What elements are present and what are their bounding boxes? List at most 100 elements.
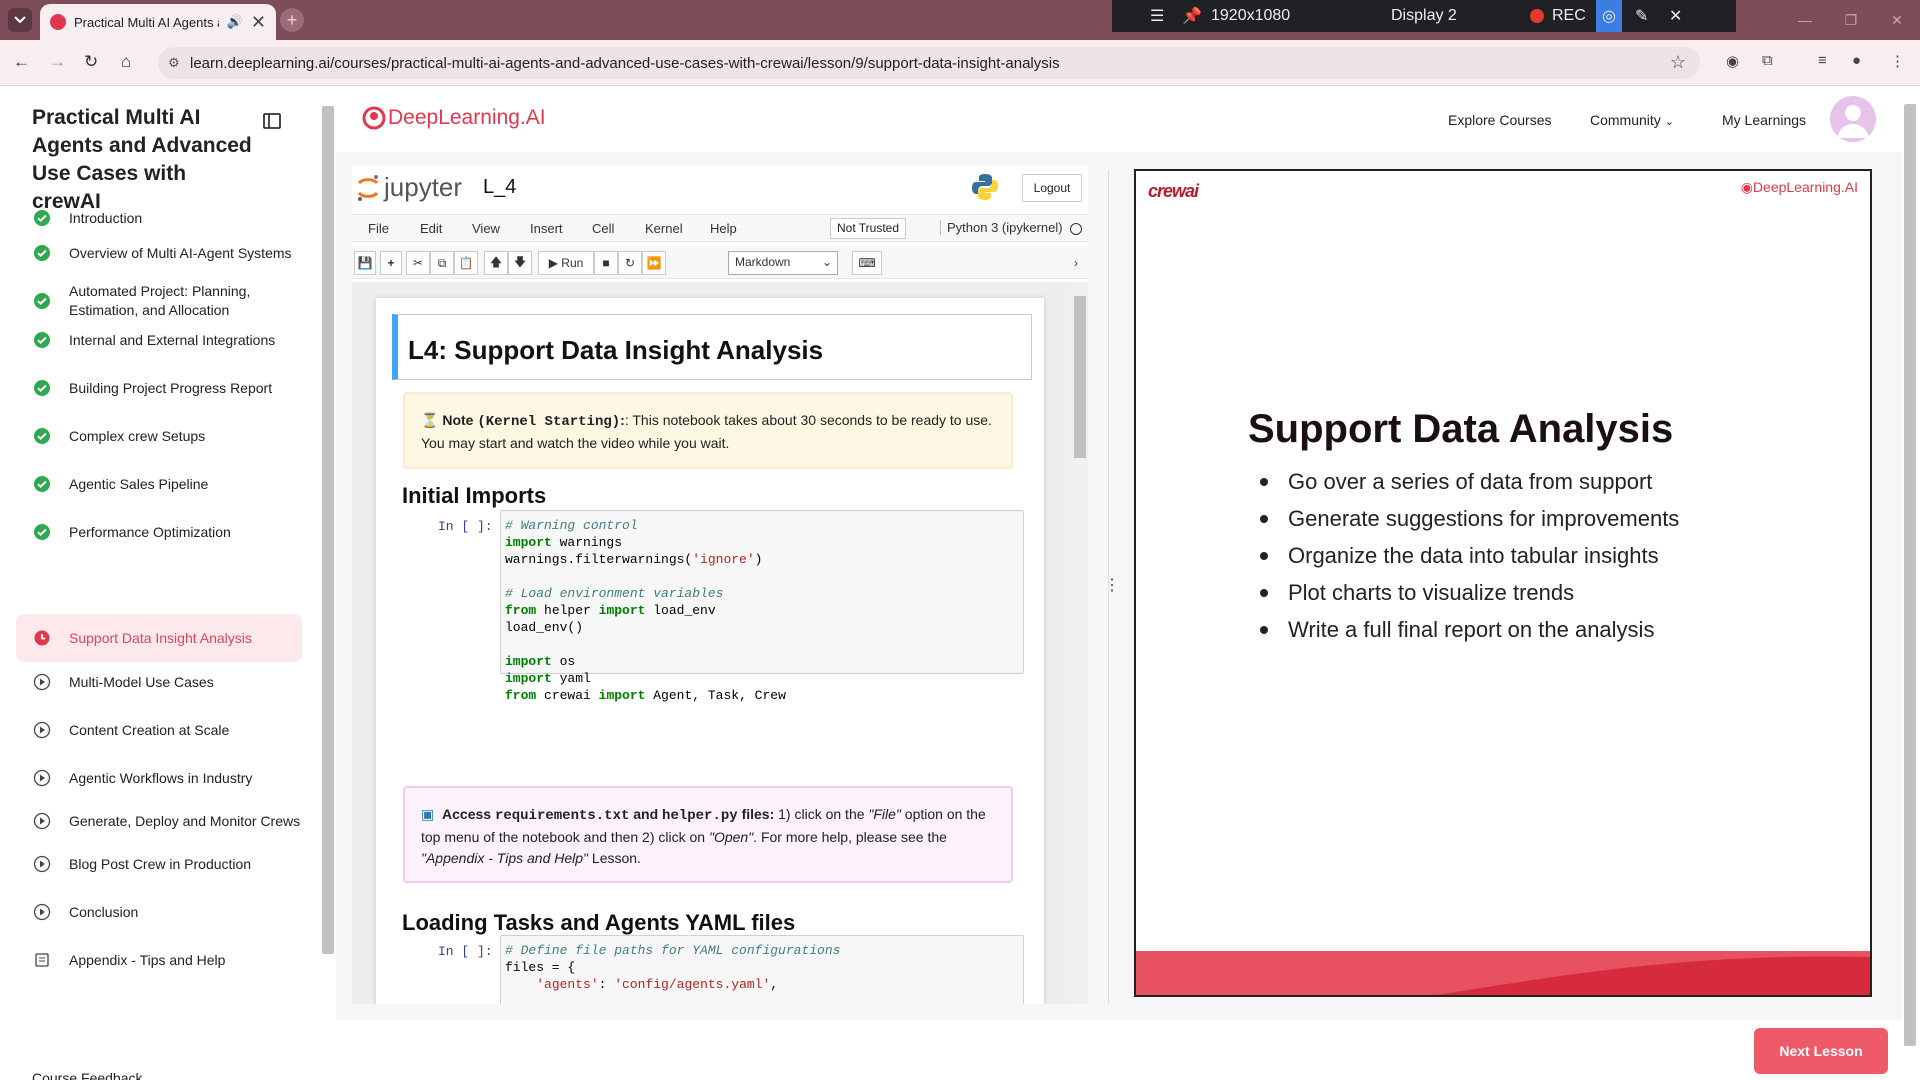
display-label: Display 2 <box>1391 7 1457 24</box>
sidebar-toggle-icon[interactable] <box>263 113 281 129</box>
address-bar[interactable]: ⚙ learn.deeplearning.ai/courses/practica… <box>158 47 1700 79</box>
explore-courses-link[interactable]: Explore Courses <box>1448 112 1552 128</box>
chevron-down-icon: ⌄ <box>821 255 832 269</box>
move-up-icon[interactable]: 🡅 <box>484 251 508 275</box>
extension-icon[interactable]: ◉ <box>1726 52 1739 70</box>
menu-kernel[interactable]: Kernel <box>645 221 683 236</box>
lesson-item[interactable]: Internal and External Integrations <box>16 324 302 356</box>
home-icon[interactable]: ⌂ <box>121 52 131 72</box>
lesson-item[interactable]: Multi-Model Use Cases <box>16 666 302 698</box>
insert-cell-icon[interactable]: + <box>380 251 402 275</box>
new-tab-button[interactable]: + <box>280 8 304 32</box>
lesson-item[interactable]: Introduction <box>16 202 302 234</box>
python-logo-icon <box>972 174 998 200</box>
lesson-item[interactable]: Agentic Sales Pipeline <box>16 468 302 500</box>
next-lesson-button[interactable]: Next Lesson <box>1754 1028 1888 1074</box>
kebab-menu-icon[interactable]: ⋮ <box>1890 52 1905 70</box>
crewai-logo: crewai <box>1148 181 1199 201</box>
stop-icon[interactable]: ■ <box>594 251 618 275</box>
fast-forward-icon[interactable]: ⏩ <box>642 251 666 275</box>
trust-indicator[interactable]: Not Trusted <box>830 218 907 239</box>
cell-type-value: Markdown <box>735 255 791 269</box>
site-info-icon[interactable]: ⚙ <box>168 55 180 71</box>
course-feedback-link[interactable]: Course Feedback <box>32 1070 143 1080</box>
profile-icon[interactable]: ● <box>1852 52 1861 69</box>
puzzle-icon[interactable]: ⧉ <box>1762 52 1773 69</box>
drag-handle-icon[interactable]: ⋮ <box>1104 576 1120 596</box>
menu-edit[interactable]: Edit <box>420 221 442 236</box>
run-button[interactable]: ▶ Run <box>538 251 594 275</box>
reload-icon[interactable]: ↻ <box>84 52 98 72</box>
menu-file[interactable]: File <box>368 221 389 236</box>
sidebar-scrollbar[interactable] <box>322 106 334 954</box>
browser-tab-active[interactable]: Practical Multi AI Agents and Advanced U… <box>40 4 276 40</box>
scroll-thumb[interactable] <box>1074 296 1086 458</box>
camera-icon[interactable]: ◎ <box>1596 0 1622 32</box>
site-favicon-icon <box>50 14 66 30</box>
cut-icon[interactable]: ✂ <box>406 251 430 275</box>
slide-bullet-list: Go over a series of data from support Ge… <box>1256 463 1679 648</box>
rec-label[interactable]: REC <box>1552 0 1586 32</box>
tab-title: Practical Multi AI Agents and Advanced U… <box>74 14 219 30</box>
restore-icon[interactable]: ❐ <box>1828 0 1874 40</box>
copy-icon[interactable]: ⧉ <box>430 251 454 275</box>
lesson-item-active[interactable]: Support Data Insight Analysis <box>16 614 302 662</box>
move-down-icon[interactable]: 🡇 <box>508 251 532 275</box>
access-file1: requirements.txt <box>494 808 630 824</box>
menu-icon[interactable]: ☰ <box>1150 0 1164 32</box>
lesson-item[interactable]: Performance Optimization <box>16 516 302 548</box>
kernel-name: Python 3 (ipykernel) <box>940 220 1063 235</box>
site-header: DeepLearning.AI Explore Courses Communit… <box>336 86 1902 152</box>
lesson-item[interactable]: Generate, Deploy and Monitor Crews <box>16 800 302 842</box>
lesson-item[interactable]: Agentic Workflows in Industry <box>16 762 302 794</box>
lesson-item[interactable]: Blog Post Crew in Production <box>16 848 302 880</box>
back-icon[interactable]: ← <box>13 52 30 72</box>
lesson-video[interactable]: crewai ◉DeepLearning.AI Support Data Ana… <box>1134 169 1872 997</box>
menu-cell[interactable]: Cell <box>592 221 614 236</box>
user-avatar[interactable] <box>1830 96 1876 142</box>
lesson-item[interactable]: Building Project Progress Report <box>16 372 302 404</box>
jupyter-header: jupyter L_4 Logout <box>352 166 1088 208</box>
lesson-item[interactable]: Automated Project: Planning, Estimation,… <box>16 280 302 322</box>
speaker-icon[interactable]: 🔊 <box>227 14 243 30</box>
bookmark-star-icon[interactable]: ☆ <box>1670 52 1686 73</box>
cell-type-select[interactable]: Markdown ⌄ <box>728 251 838 275</box>
lesson-item[interactable]: Appendix - Tips and Help <box>16 944 302 976</box>
menu-view[interactable]: View <box>472 221 500 236</box>
cell-prompt: In [ ]: <box>438 519 493 534</box>
deeplearning-logo[interactable]: DeepLearning.AI <box>362 106 546 130</box>
chevron-right-icon[interactable]: › <box>1066 251 1086 275</box>
forward-icon[interactable]: → <box>49 52 66 72</box>
paste-icon[interactable]: 📋 <box>454 251 478 275</box>
notebook-heading-cell[interactable]: L4: Support Data Insight Analysis <box>392 314 1032 380</box>
code-cell-imports[interactable]: # Warning control import warnings warnin… <box>500 510 1024 703</box>
lesson-item[interactable]: Overview of Multi AI-Agent Systems <box>16 232 302 274</box>
media-icon[interactable]: ≡ <box>1818 52 1827 69</box>
minimize-icon[interactable]: — <box>1782 0 1828 40</box>
lesson-item[interactable]: Conclusion <box>16 896 302 928</box>
close-recorder-icon[interactable]: ✕ <box>1669 0 1682 32</box>
community-menu[interactable]: Community ⌄ <box>1590 112 1674 128</box>
pen-icon[interactable]: ✎ <box>1635 0 1648 32</box>
lesson-label: Building Project Progress Report <box>69 379 273 396</box>
close-tab-icon[interactable]: ✕ <box>251 12 266 33</box>
code-line: # Warning control <box>505 518 638 533</box>
close-window-icon[interactable]: ✕ <box>1874 0 1920 40</box>
jupyter-logo[interactable]: jupyter <box>356 172 462 203</box>
tab-search-button[interactable] <box>8 8 32 32</box>
my-learnings-link[interactable]: My Learnings <box>1722 112 1806 128</box>
page-scrollbar[interactable] <box>1904 104 1916 1046</box>
logout-button[interactable]: Logout <box>1022 174 1082 202</box>
pin-icon[interactable]: 📌 <box>1182 0 1202 32</box>
code-cell-yaml[interactable]: # Define file paths for YAML configurati… <box>500 935 1024 1004</box>
menu-help[interactable]: Help <box>710 221 737 236</box>
menu-insert[interactable]: Insert <box>530 221 563 236</box>
lesson-item[interactable]: Content Creation at Scale <box>16 714 302 746</box>
restart-icon[interactable]: ↻ <box>618 251 642 275</box>
lesson-item[interactable]: Complex crew Setups <box>16 420 302 452</box>
notebook-name[interactable]: L_4 <box>483 176 516 199</box>
notebook-scroll-area[interactable]: L4: Support Data Insight Analysis ⏳ Note… <box>352 282 1088 1004</box>
keyboard-icon[interactable]: ⌨ <box>852 251 882 275</box>
save-icon[interactable]: 💾 <box>354 251 376 275</box>
notebook-scrollbar[interactable] <box>1070 282 1088 1004</box>
